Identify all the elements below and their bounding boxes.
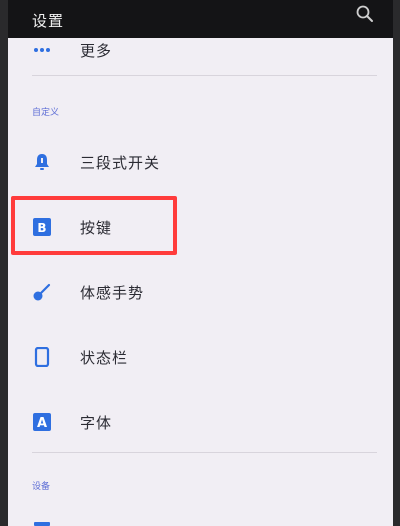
settings-screen: 设置 更多 自定义 三段式开关 B 按键 体感手势 状态栏 A 字体 设备: [8, 0, 393, 526]
svg-text:A: A: [37, 416, 47, 431]
settings-item-partial[interactable]: [8, 510, 393, 526]
section-header-custom: 自定义: [32, 108, 60, 118]
settings-item-gestures[interactable]: 体感手势: [8, 262, 393, 322]
bell-icon: [35, 154, 49, 170]
partial-icon: [34, 522, 50, 526]
settings-item-label: 更多: [80, 42, 113, 60]
highlight-box: [11, 196, 177, 255]
font-a-icon: A: [33, 413, 51, 431]
section-header-device: 设备: [32, 482, 51, 492]
gesture-icon: [33, 283, 51, 301]
settings-item-font[interactable]: A 字体: [8, 392, 393, 452]
settings-item-label: 三段式开关: [80, 154, 161, 172]
phone-icon: [34, 347, 50, 367]
divider: [32, 75, 377, 76]
divider: [32, 452, 377, 453]
search-icon[interactable]: [355, 4, 375, 24]
settings-item-status-bar[interactable]: 状态栏: [8, 327, 393, 387]
settings-item-label: 状态栏: [80, 349, 129, 367]
settings-item-label: 字体: [80, 414, 113, 432]
settings-item-alert-slider[interactable]: 三段式开关: [8, 132, 393, 192]
settings-item-more[interactable]: 更多: [8, 26, 393, 66]
more-dots-icon: [34, 48, 50, 52]
settings-item-label: 体感手势: [80, 284, 145, 302]
